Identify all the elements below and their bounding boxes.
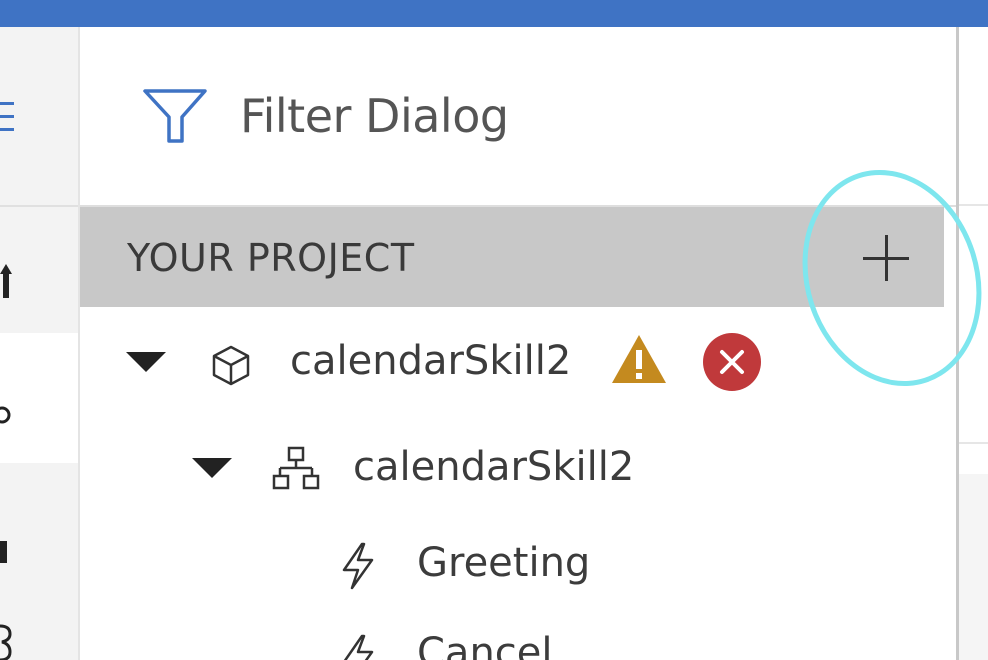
section-title: YOUR PROJECT — [127, 236, 415, 280]
filter-box[interactable]: Filter Dialog — [80, 27, 956, 207]
link-icon[interactable] — [0, 400, 12, 430]
cube-icon — [212, 345, 250, 386]
hierarchy-icon — [272, 446, 320, 490]
person-icon[interactable] — [0, 535, 12, 565]
hamburger-icon[interactable] — [0, 98, 14, 138]
rail-divider — [0, 205, 78, 207]
settings-icon[interactable] — [0, 622, 12, 660]
expand-caret-icon[interactable] — [192, 458, 232, 478]
tree-item-label[interactable]: Cancel — [417, 630, 553, 660]
upload-icon[interactable] — [0, 262, 12, 302]
tree-item-dialog[interactable]: calendarSkill2 — [80, 432, 956, 512]
tree-item-label[interactable]: calendarSkill2 — [353, 444, 634, 490]
lightning-icon — [342, 542, 374, 590]
tree-item-trigger[interactable]: Greeting — [80, 528, 956, 608]
filter-placeholder[interactable]: Filter Dialog — [240, 89, 509, 143]
tree-item-label[interactable]: Greeting — [417, 540, 590, 586]
filter-icon — [143, 89, 207, 143]
warning-icon[interactable] — [610, 332, 668, 386]
rail-selected-item — [0, 333, 78, 463]
right-pane-block — [959, 474, 988, 660]
title-bar — [0, 0, 988, 27]
tree-item-label[interactable]: calendarSkill2 — [290, 338, 571, 384]
right-pane-divider — [959, 442, 988, 444]
expand-caret-icon[interactable] — [126, 352, 166, 372]
error-icon[interactable] — [702, 332, 762, 392]
right-pane-divider — [959, 204, 988, 206]
lightning-icon — [343, 634, 374, 660]
tree-item-trigger[interactable]: Cancel — [80, 620, 956, 660]
